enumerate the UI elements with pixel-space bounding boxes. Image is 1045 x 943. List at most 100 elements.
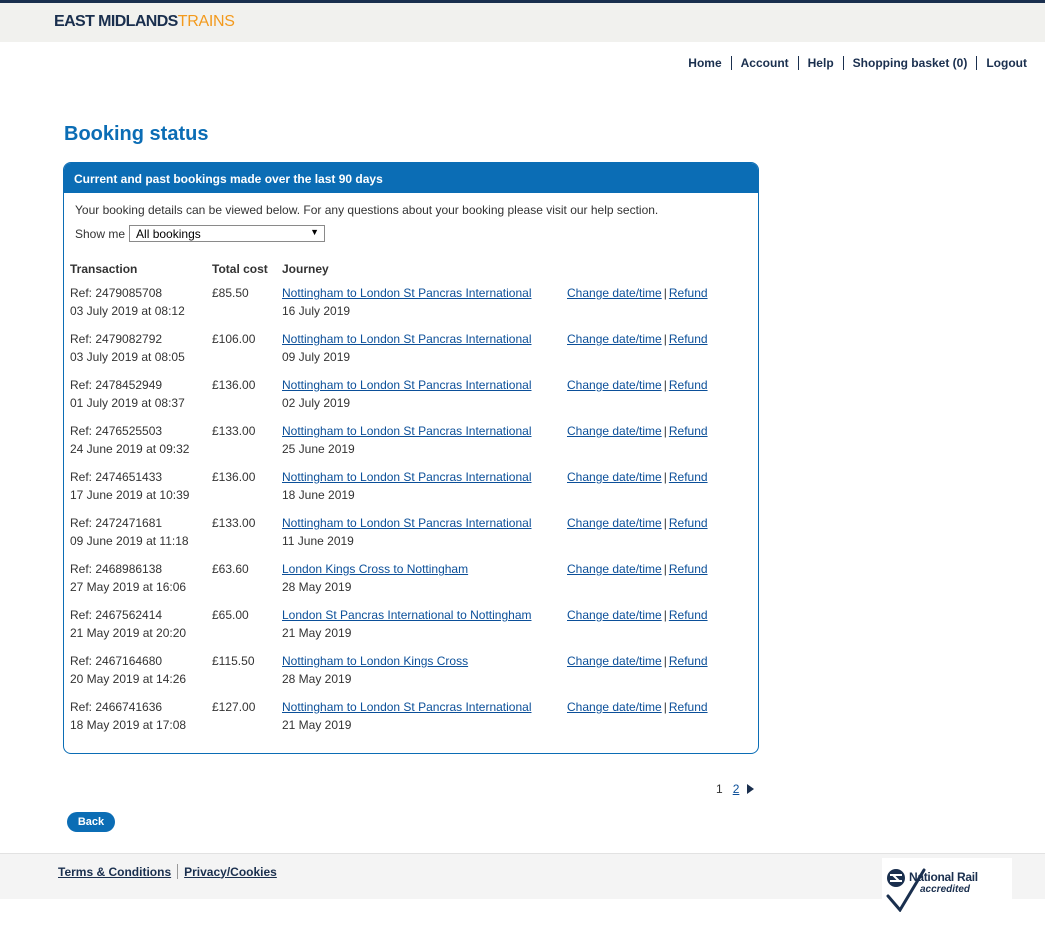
journey-date: 25 June 2019: [282, 442, 355, 456]
journey-link[interactable]: Nottingham to London St Pancras Internat…: [282, 516, 532, 530]
refund-link[interactable]: Refund: [669, 608, 708, 622]
page-link[interactable]: 2: [733, 782, 740, 796]
page-title: Booking status: [64, 123, 209, 145]
nav-account-link[interactable]: Account: [732, 56, 798, 70]
bookings-filter-select[interactable]: All bookings ▼: [129, 225, 326, 242]
change-date-time-link[interactable]: Change date/time: [567, 332, 662, 346]
total-cost: £136.00: [212, 470, 256, 484]
action-separator: |: [663, 608, 667, 622]
action-separator: |: [663, 332, 667, 346]
current-page: 1: [716, 782, 723, 796]
table-header-row: Transaction Total cost Journey: [69, 262, 749, 284]
nav-logout-link[interactable]: Logout: [977, 56, 1027, 70]
privacy-cookies-link[interactable]: Privacy/Cookies: [184, 865, 277, 879]
table-row: Ref: 2479085708 03 July 2019 at 08:12 £85.…: [69, 284, 749, 330]
table-row: Ref: 2476525503 24 June 2019 at 09:32 £133…: [69, 422, 749, 468]
journey-cell: Nottingham to London St Pancras Internat…: [282, 422, 532, 458]
table-row: Ref: 2467164680 20 May 2019 at 14:26 £115.…: [69, 652, 749, 698]
checkmark-icon: [886, 868, 926, 912]
refund-link[interactable]: Refund: [669, 700, 708, 714]
journey-cell: Nottingham to London St Pancras Internat…: [282, 514, 532, 550]
journey-cell: London Kings Cross to Nottingham 28 May 2…: [282, 560, 468, 596]
journey-link[interactable]: Nottingham to London Kings Cross: [282, 654, 468, 668]
journey-cell: Nottingham to London St Pancras Internat…: [282, 330, 532, 366]
total-cost: £106.00: [212, 332, 256, 346]
actions-cell: Change date/time | Refund: [567, 284, 708, 302]
national-rail-accredited-badge: National Rail accredited: [882, 858, 1012, 912]
next-page-arrow-icon[interactable]: [747, 784, 755, 794]
transaction-cell: Ref: 2479082792 03 July 2019 at 08:05: [70, 330, 185, 366]
bookings-panel: Current and past bookings made over the …: [63, 162, 759, 754]
refund-link[interactable]: Refund: [669, 470, 708, 484]
nav-home-link[interactable]: Home: [679, 56, 730, 70]
actions-cell: Change date/time | Refund: [567, 560, 708, 578]
table-row: Ref: 2468986138 27 May 2019 at 16:06 £63.6…: [69, 560, 749, 606]
booking-ref: Ref: 2468986138: [70, 562, 163, 576]
filter-row: Show me All bookings ▼: [75, 225, 326, 242]
journey-date: 11 June 2019: [282, 534, 354, 548]
table-row: Ref: 2474651433 17 June 2019 at 10:39 £136…: [69, 468, 749, 514]
column-header-total-cost: Total cost: [212, 262, 268, 276]
journey-link[interactable]: Nottingham to London St Pancras Internat…: [282, 332, 532, 346]
journey-date: 28 May 2019: [282, 580, 352, 594]
terms-conditions-link[interactable]: Terms & Conditions: [58, 865, 171, 879]
table-row: Ref: 2472471681 09 June 2019 at 11:18 £133…: [69, 514, 749, 560]
refund-link[interactable]: Refund: [669, 286, 708, 300]
journey-link[interactable]: London St Pancras International to Notti…: [282, 608, 532, 622]
change-date-time-link[interactable]: Change date/time: [567, 700, 662, 714]
booking-ref: Ref: 2472471681: [70, 516, 163, 530]
change-date-time-link[interactable]: Change date/time: [567, 654, 662, 668]
total-cost: £63.60: [212, 562, 249, 576]
change-date-time-link[interactable]: Change date/time: [567, 516, 662, 530]
refund-link[interactable]: Refund: [669, 378, 708, 392]
booking-timestamp: 24 June 2019 at 09:32: [70, 442, 190, 456]
nav-shopping-basket-link[interactable]: Shopping basket (0): [844, 56, 977, 70]
total-cost: £133.00: [212, 424, 256, 438]
nav-help-link[interactable]: Help: [799, 56, 843, 70]
dropdown-arrow-icon: ▼: [310, 227, 320, 237]
change-date-time-link[interactable]: Change date/time: [567, 470, 662, 484]
actions-cell: Change date/time | Refund: [567, 468, 708, 486]
journey-link[interactable]: Nottingham to London St Pancras Internat…: [282, 470, 532, 484]
footer-links: Terms & Conditions Privacy/Cookies: [58, 864, 277, 879]
transaction-cell: Ref: 2474651433 17 June 2019 at 10:39: [70, 468, 189, 504]
journey-link[interactable]: Nottingham to London St Pancras Internat…: [282, 700, 532, 714]
action-separator: |: [663, 424, 667, 438]
top-navigation: Home Account Help Shopping basket (0) Lo…: [679, 56, 1027, 70]
back-button[interactable]: Back: [67, 812, 115, 832]
journey-link[interactable]: Nottingham to London St Pancras Internat…: [282, 424, 532, 438]
refund-link[interactable]: Refund: [669, 516, 708, 530]
filter-selected-value: All bookings: [136, 227, 201, 241]
refund-link[interactable]: Refund: [669, 562, 708, 576]
change-date-time-link[interactable]: Change date/time: [567, 378, 662, 392]
logo-text-primary: EAST MIDLANDS: [54, 13, 178, 30]
journey-link[interactable]: London Kings Cross to Nottingham: [282, 562, 468, 576]
booking-ref: Ref: 2467164680: [70, 654, 163, 668]
pagination: 1 2: [716, 782, 755, 796]
table-body: Ref: 2479085708 03 July 2019 at 08:12 £85.…: [69, 284, 749, 744]
total-cost: £115.50: [212, 654, 255, 668]
actions-cell: Change date/time | Refund: [567, 422, 708, 440]
journey-cell: Nottingham to London St Pancras Internat…: [282, 376, 532, 412]
booking-timestamp: 09 June 2019 at 11:18: [70, 534, 189, 548]
booking-timestamp: 21 May 2019 at 20:20: [70, 626, 187, 640]
intro-text: Your booking details can be viewed below…: [75, 203, 659, 217]
change-date-time-link[interactable]: Change date/time: [567, 424, 662, 438]
change-date-time-link[interactable]: Change date/time: [567, 562, 662, 576]
booking-ref: Ref: 2467562414: [70, 608, 163, 622]
refund-link[interactable]: Refund: [669, 332, 708, 346]
action-separator: |: [663, 700, 667, 714]
east-midlands-trains-logo[interactable]: EAST MIDLANDSTRAINS: [54, 13, 235, 31]
journey-date: 21 May 2019: [282, 718, 352, 732]
booking-timestamp: 18 May 2019 at 17:08: [70, 718, 187, 732]
column-header-transaction: Transaction: [70, 262, 138, 276]
refund-link[interactable]: Refund: [669, 424, 708, 438]
journey-link[interactable]: Nottingham to London St Pancras Internat…: [282, 378, 532, 392]
journey-link[interactable]: Nottingham to London St Pancras Internat…: [282, 286, 532, 300]
change-date-time-link[interactable]: Change date/time: [567, 286, 662, 300]
refund-link[interactable]: Refund: [669, 654, 708, 668]
booking-ref: Ref: 2478452949: [70, 378, 163, 392]
footer-separator: [177, 864, 179, 879]
change-date-time-link[interactable]: Change date/time: [567, 608, 662, 622]
journey-cell: Nottingham to London Kings Cross 28 May 2…: [282, 652, 468, 688]
